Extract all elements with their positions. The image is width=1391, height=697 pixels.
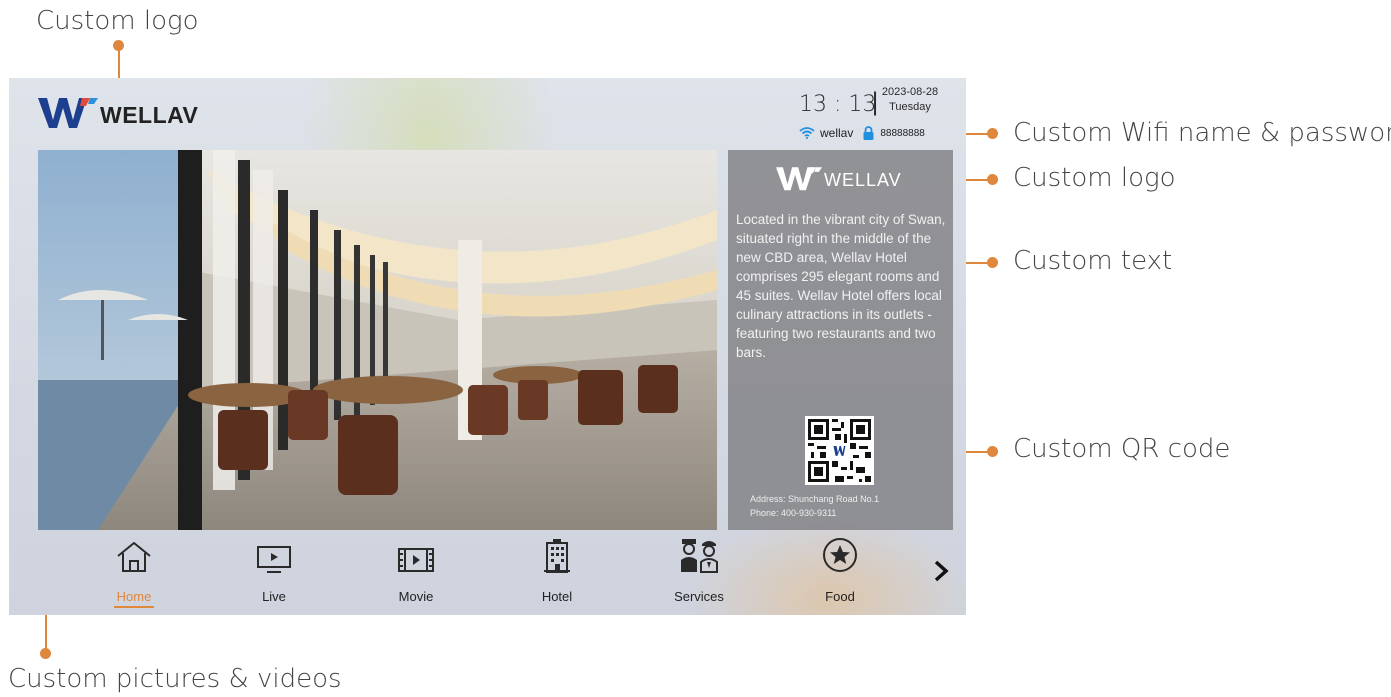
nav-label-hotel: Hotel [541,589,573,604]
nav-label-home: Home [116,589,152,604]
annotation-logo-top: Custom logo [36,6,199,36]
annotation-media: Custom pictures & videos [8,664,342,694]
tv-icon [257,546,291,573]
hotel-description: Located in the vibrant city of Swan, sit… [736,212,946,360]
weekday: Tuesday [889,101,931,113]
contact-info: Address: Shunchang Road No.1 Phone: 400-… [750,492,879,520]
wellav-logo-icon [38,98,98,128]
panel-logo: WELLAV [776,164,902,192]
star-icon [823,538,857,572]
nav-item-movie[interactable]: Movie [361,540,471,604]
annotation-logo-side: Custom logo [1013,163,1176,193]
nav-label-food: Food [825,589,855,604]
building-icon [544,539,570,573]
active-indicator [114,606,154,608]
lock-icon [863,126,874,140]
nav-item-home[interactable]: Home [79,540,189,608]
nav-item-live[interactable]: Live [219,540,329,604]
hotel-info-panel: WELLAV Located in the vibrant city of Sw… [728,150,953,530]
nav-label-services: Services [674,589,724,604]
tv-home-screen: WELLAV 13 : 13 | 2023-08-28 Tuesday well… [9,78,966,615]
film-icon [398,548,434,572]
nav-label-movie: Movie [398,589,434,604]
annotation-text: Custom text [1013,246,1173,276]
qr-code-image [805,416,874,485]
wifi-name: wellav [820,126,854,140]
wellav-logo-icon [776,167,822,191]
phone: Phone: 400-930-9311 [750,508,837,518]
annotation-wifi: Custom Wifi name & password [1013,118,1391,148]
clock: 13 : 13 [799,92,877,117]
nav-label-live: Live [262,589,286,604]
chevron-right-icon[interactable] [931,559,951,583]
brand-name: WELLAV [100,101,199,128]
nav-item-services[interactable]: Services [644,539,754,604]
restaurant-image [38,150,717,530]
address: Address: Shunchang Road No.1 [750,494,880,504]
brand-logo: WELLAV [38,94,198,130]
nav-item-hotel[interactable]: Hotel [502,539,612,604]
annotation-qr: Custom QR code [1013,434,1231,464]
home-icon [117,542,151,572]
annotation-dot [40,648,51,659]
hero-media-restaurant-photo[interactable] [38,150,717,530]
panel-brand-name: WELLAV [824,169,902,190]
wifi-info: wellav 88888888 [799,126,925,140]
wifi-icon [799,127,815,139]
qr-code[interactable] [805,416,874,485]
date-block: 2023-08-28 Tuesday [878,85,942,115]
nav-item-food[interactable]: Food [785,538,895,604]
staff-icon [681,539,718,573]
wifi-password: 88888888 [880,127,925,139]
date: 2023-08-28 [881,86,939,98]
